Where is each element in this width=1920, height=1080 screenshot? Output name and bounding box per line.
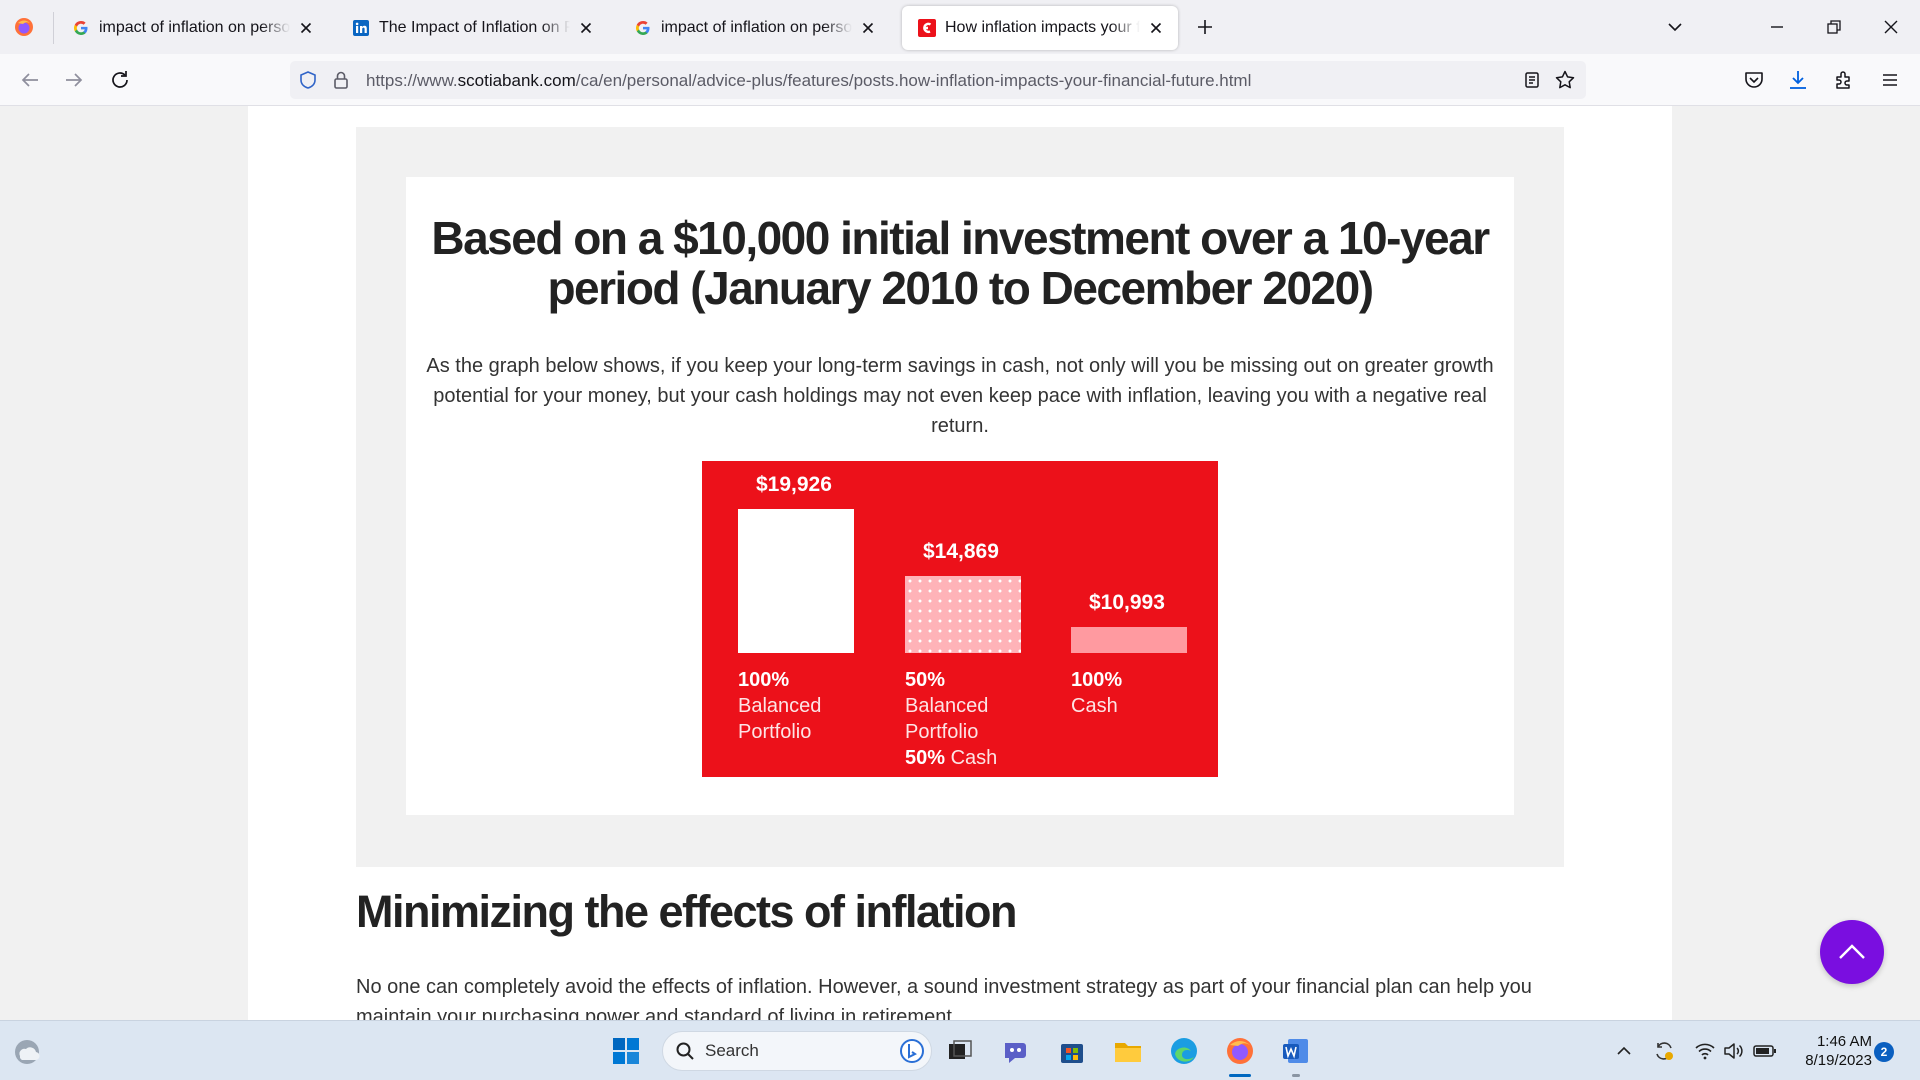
restore-window-icon[interactable]: [1823, 16, 1845, 38]
value-label-cash: $10,993: [1089, 591, 1165, 614]
value-label-balanced-portfolio: $19,926: [756, 473, 832, 496]
navigation-toolbar: https://www.scotiabank.com/ca/en/persona…: [0, 54, 1920, 106]
tab-label: impact of inflation on personal finance …: [99, 19, 290, 36]
url-text[interactable]: https://www.scotiabank.com/ca/en/persona…: [366, 71, 1251, 91]
address-bar[interactable]: https://www.scotiabank.com/ca/en/persona…: [290, 61, 1586, 99]
category-percent: 100%: [738, 669, 790, 691]
bar-balanced-portfolio: [738, 509, 854, 653]
wifi-icon[interactable]: [1694, 1040, 1716, 1062]
scroll-to-top-button[interactable]: [1820, 920, 1884, 984]
task-view-icon[interactable]: [944, 1035, 976, 1067]
infographic-title: Based on a $10,000 initial investment ov…: [431, 212, 1490, 314]
search-label: Search: [705, 1041, 759, 1060]
windows-start-icon[interactable]: [610, 1035, 642, 1067]
category-line: Portfolio: [905, 721, 979, 743]
category-line: Balanced: [738, 695, 822, 717]
battery-icon[interactable]: [1752, 1040, 1778, 1062]
teams-chat-icon[interactable]: [1000, 1035, 1032, 1067]
category-percent: 50%: [905, 747, 946, 769]
category-label-cash: 100% Cash: [1071, 667, 1122, 719]
clock-date: 8/19/2023: [1805, 1052, 1872, 1069]
category-label-balanced-portfolio: 100% Balanced Portfolio: [738, 667, 821, 745]
extensions-puzzle-icon[interactable]: [1832, 68, 1856, 92]
close-tab-icon[interactable]: [860, 20, 876, 36]
value-label-half-balanced-half-cash: $14,869: [923, 540, 999, 563]
word-app-icon[interactable]: [1280, 1035, 1312, 1067]
back-arrow-icon[interactable]: [18, 68, 42, 92]
close-tab-icon[interactable]: [578, 20, 594, 36]
article-column: Based on a $10,000 initial investment ov…: [248, 106, 1672, 1020]
url-prefix: https://www.: [366, 71, 458, 90]
tab-scotiabank-active[interactable]: How inflation impacts your financial fut…: [902, 6, 1178, 50]
volume-icon[interactable]: [1722, 1040, 1744, 1062]
downloads-icon[interactable]: [1786, 68, 1810, 92]
list-all-tabs-chevron-icon[interactable]: [1664, 16, 1686, 38]
bookmark-star-icon[interactable]: [1554, 69, 1576, 91]
category-line: Balanced: [905, 695, 989, 717]
widgets-weather-icon[interactable]: [12, 1037, 42, 1067]
microsoft-store-icon[interactable]: [1056, 1035, 1088, 1067]
category-line: Cash: [1071, 695, 1118, 717]
tab-separator: [53, 12, 54, 44]
tab-strip: impact of inflation on personal finance …: [0, 0, 1920, 54]
scotiabank-icon: [918, 19, 936, 37]
show-hidden-icons-chevron-up-icon[interactable]: [1614, 1041, 1634, 1061]
clock-time: 1:46 AM: [1816, 1033, 1872, 1050]
file-explorer-icon[interactable]: [1112, 1035, 1144, 1067]
tracking-protection-shield-icon[interactable]: [298, 70, 318, 90]
firefox-app-icon[interactable]: [1224, 1035, 1256, 1067]
reader-view-icon[interactable]: [1522, 70, 1542, 90]
forward-arrow-icon[interactable]: [62, 68, 86, 92]
notification-badge[interactable]: 2: [1874, 1042, 1894, 1062]
edge-browser-icon[interactable]: [1168, 1035, 1200, 1067]
category-line: Portfolio: [738, 721, 812, 743]
close-tab-icon[interactable]: [298, 20, 314, 36]
category-label-half-balanced-half-cash: 50% Balanced Portfolio 50% Cash: [905, 667, 997, 771]
section-heading: Minimizing the effects of inflation: [356, 886, 1018, 937]
chevron-up-icon: [1839, 944, 1865, 959]
google-icon: [72, 19, 90, 37]
sync-status-icon[interactable]: [1652, 1039, 1676, 1063]
running-app-indicator: [1292, 1074, 1300, 1077]
section-paragraph: No one can completely avoid the effects …: [356, 976, 1532, 1020]
bing-chat-icon[interactable]: [899, 1038, 925, 1064]
tab-google-search-2[interactable]: impact of inflation on personal finance …: [618, 6, 890, 50]
taskbar-clock[interactable]: 1:46 AM 8/19/2023: [1782, 1032, 1872, 1070]
firefox-view-icon[interactable]: [14, 17, 34, 37]
infographic-card: Based on a $10,000 initial investment ov…: [406, 177, 1514, 815]
new-tab-plus-icon[interactable]: [1194, 16, 1216, 38]
bar-cash: [1071, 627, 1187, 653]
close-window-icon[interactable]: [1880, 16, 1902, 38]
tab-label: impact of inflation on personal finance …: [661, 19, 852, 36]
minimize-icon[interactable]: [1766, 16, 1788, 38]
windows-taskbar: Search 1:46 AM 8/19/2023 2: [0, 1020, 1920, 1080]
infographic-description: As the graph below shows, if you keep yo…: [426, 355, 1494, 437]
lock-icon[interactable]: [332, 70, 350, 90]
category-percent: 100%: [1071, 669, 1123, 691]
linkedin-icon: [352, 19, 370, 37]
search-icon: [676, 1042, 694, 1060]
google-icon: [634, 19, 652, 37]
pocket-icon[interactable]: [1742, 68, 1766, 92]
taskbar-search-box[interactable]: Search: [662, 1031, 932, 1071]
category-line: Cash: [950, 747, 998, 769]
app-menu-hamburger-icon[interactable]: [1878, 68, 1902, 92]
tab-linkedin[interactable]: The Impact of Inflation on Personal Fina…: [336, 6, 608, 50]
investment-bar-chart: $19,926 $14,869 $10,993 100% Balanced Po…: [702, 461, 1218, 777]
infographic-container: Based on a $10,000 initial investment ov…: [356, 127, 1564, 867]
tab-google-search-1[interactable]: impact of inflation on personal finance …: [56, 6, 328, 50]
close-tab-icon[interactable]: [1148, 20, 1164, 36]
bar-half-balanced-half-cash: [905, 576, 1021, 653]
category-percent: 50%: [905, 669, 946, 691]
url-path: /ca/en/personal/advice-plus/features/pos…: [575, 71, 1252, 90]
tab-label: The Impact of Inflation on Personal Fina…: [379, 19, 570, 36]
tab-label: How inflation impacts your financial fut…: [945, 19, 1140, 36]
reload-icon[interactable]: [108, 68, 132, 92]
active-app-indicator: [1229, 1074, 1251, 1077]
url-domain: scotiabank.com: [457, 71, 576, 90]
